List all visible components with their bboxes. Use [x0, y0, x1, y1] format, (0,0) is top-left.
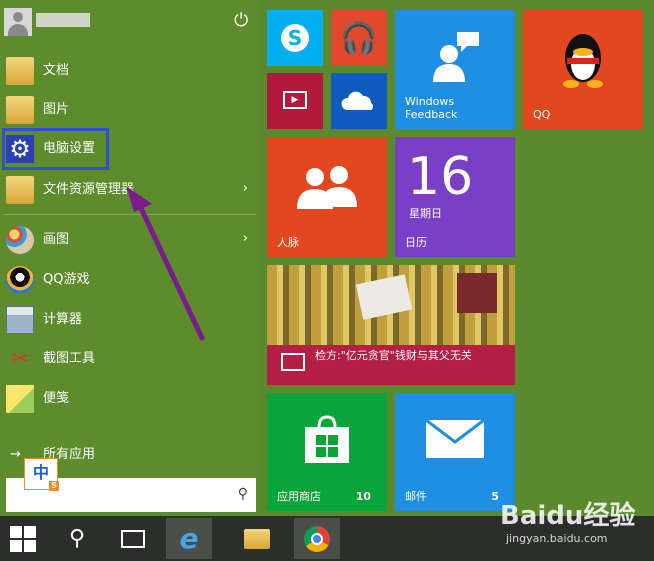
task-view-icon: [121, 529, 145, 548]
folder-icon: [244, 528, 270, 549]
cloud-icon: [341, 91, 377, 111]
tile-video[interactable]: ▶: [267, 73, 323, 129]
mail-envelope-icon: [425, 419, 485, 459]
qq-penguin-icon: [561, 28, 605, 88]
search-icon: ⚲: [68, 526, 86, 551]
baidu-watermark-url: jingyan.baidu.com: [506, 532, 608, 545]
windows-logo-icon: [10, 525, 36, 552]
calendar-day: 16: [407, 147, 474, 207]
feedback-person-icon: [429, 28, 483, 82]
chrome-icon: [304, 525, 330, 552]
tile-skype[interactable]: S: [267, 10, 323, 66]
tile-music[interactable]: 🎧: [331, 10, 387, 66]
tile-qq[interactable]: QQ: [523, 10, 643, 129]
tile-onedrive[interactable]: [331, 73, 387, 129]
taskbar-chrome[interactable]: [294, 518, 340, 559]
taskbar-search-button[interactable]: ⚲: [54, 518, 100, 559]
internet-explorer-icon: e: [179, 522, 199, 555]
tile-label: QQ: [533, 108, 551, 121]
tile-badge-count: 10: [355, 490, 371, 503]
calendar-weekday: 星期日: [409, 207, 442, 220]
video-icon: ▶: [283, 91, 307, 109]
tile-label: Windows Feedback: [405, 95, 458, 121]
taskbar-file-explorer[interactable]: [234, 518, 280, 559]
tile-label: 应用商店: [277, 490, 321, 503]
tile-calendar[interactable]: 16 星期日 日历: [395, 137, 515, 257]
tile-label: 人脉: [277, 236, 299, 249]
skype-icon: S: [281, 24, 309, 52]
headphones-icon: 🎧: [340, 20, 378, 56]
baidu-watermark: Baidu经验: [500, 501, 636, 531]
start-button[interactable]: [0, 518, 46, 559]
tile-label: 日历: [405, 236, 427, 249]
tile-windows-feedback[interactable]: Windows Feedback: [395, 10, 515, 129]
store-bag-icon: [301, 413, 353, 465]
tile-mail[interactable]: 邮件 5: [395, 393, 515, 511]
people-icon: [293, 163, 361, 211]
taskbar-internet-explorer[interactable]: e: [166, 518, 212, 559]
tile-badge-count: 5: [491, 490, 499, 503]
tile-label: 邮件: [405, 490, 427, 503]
task-view-button[interactable]: [110, 518, 156, 559]
tile-store[interactable]: 应用商店 10: [267, 393, 387, 511]
news-icon: [281, 353, 305, 371]
news-headline: 检方:"亿元贪官"钱财与其父无关: [315, 349, 472, 362]
tile-contacts[interactable]: 人脉: [267, 137, 387, 257]
news-photo-gold: [267, 265, 515, 345]
